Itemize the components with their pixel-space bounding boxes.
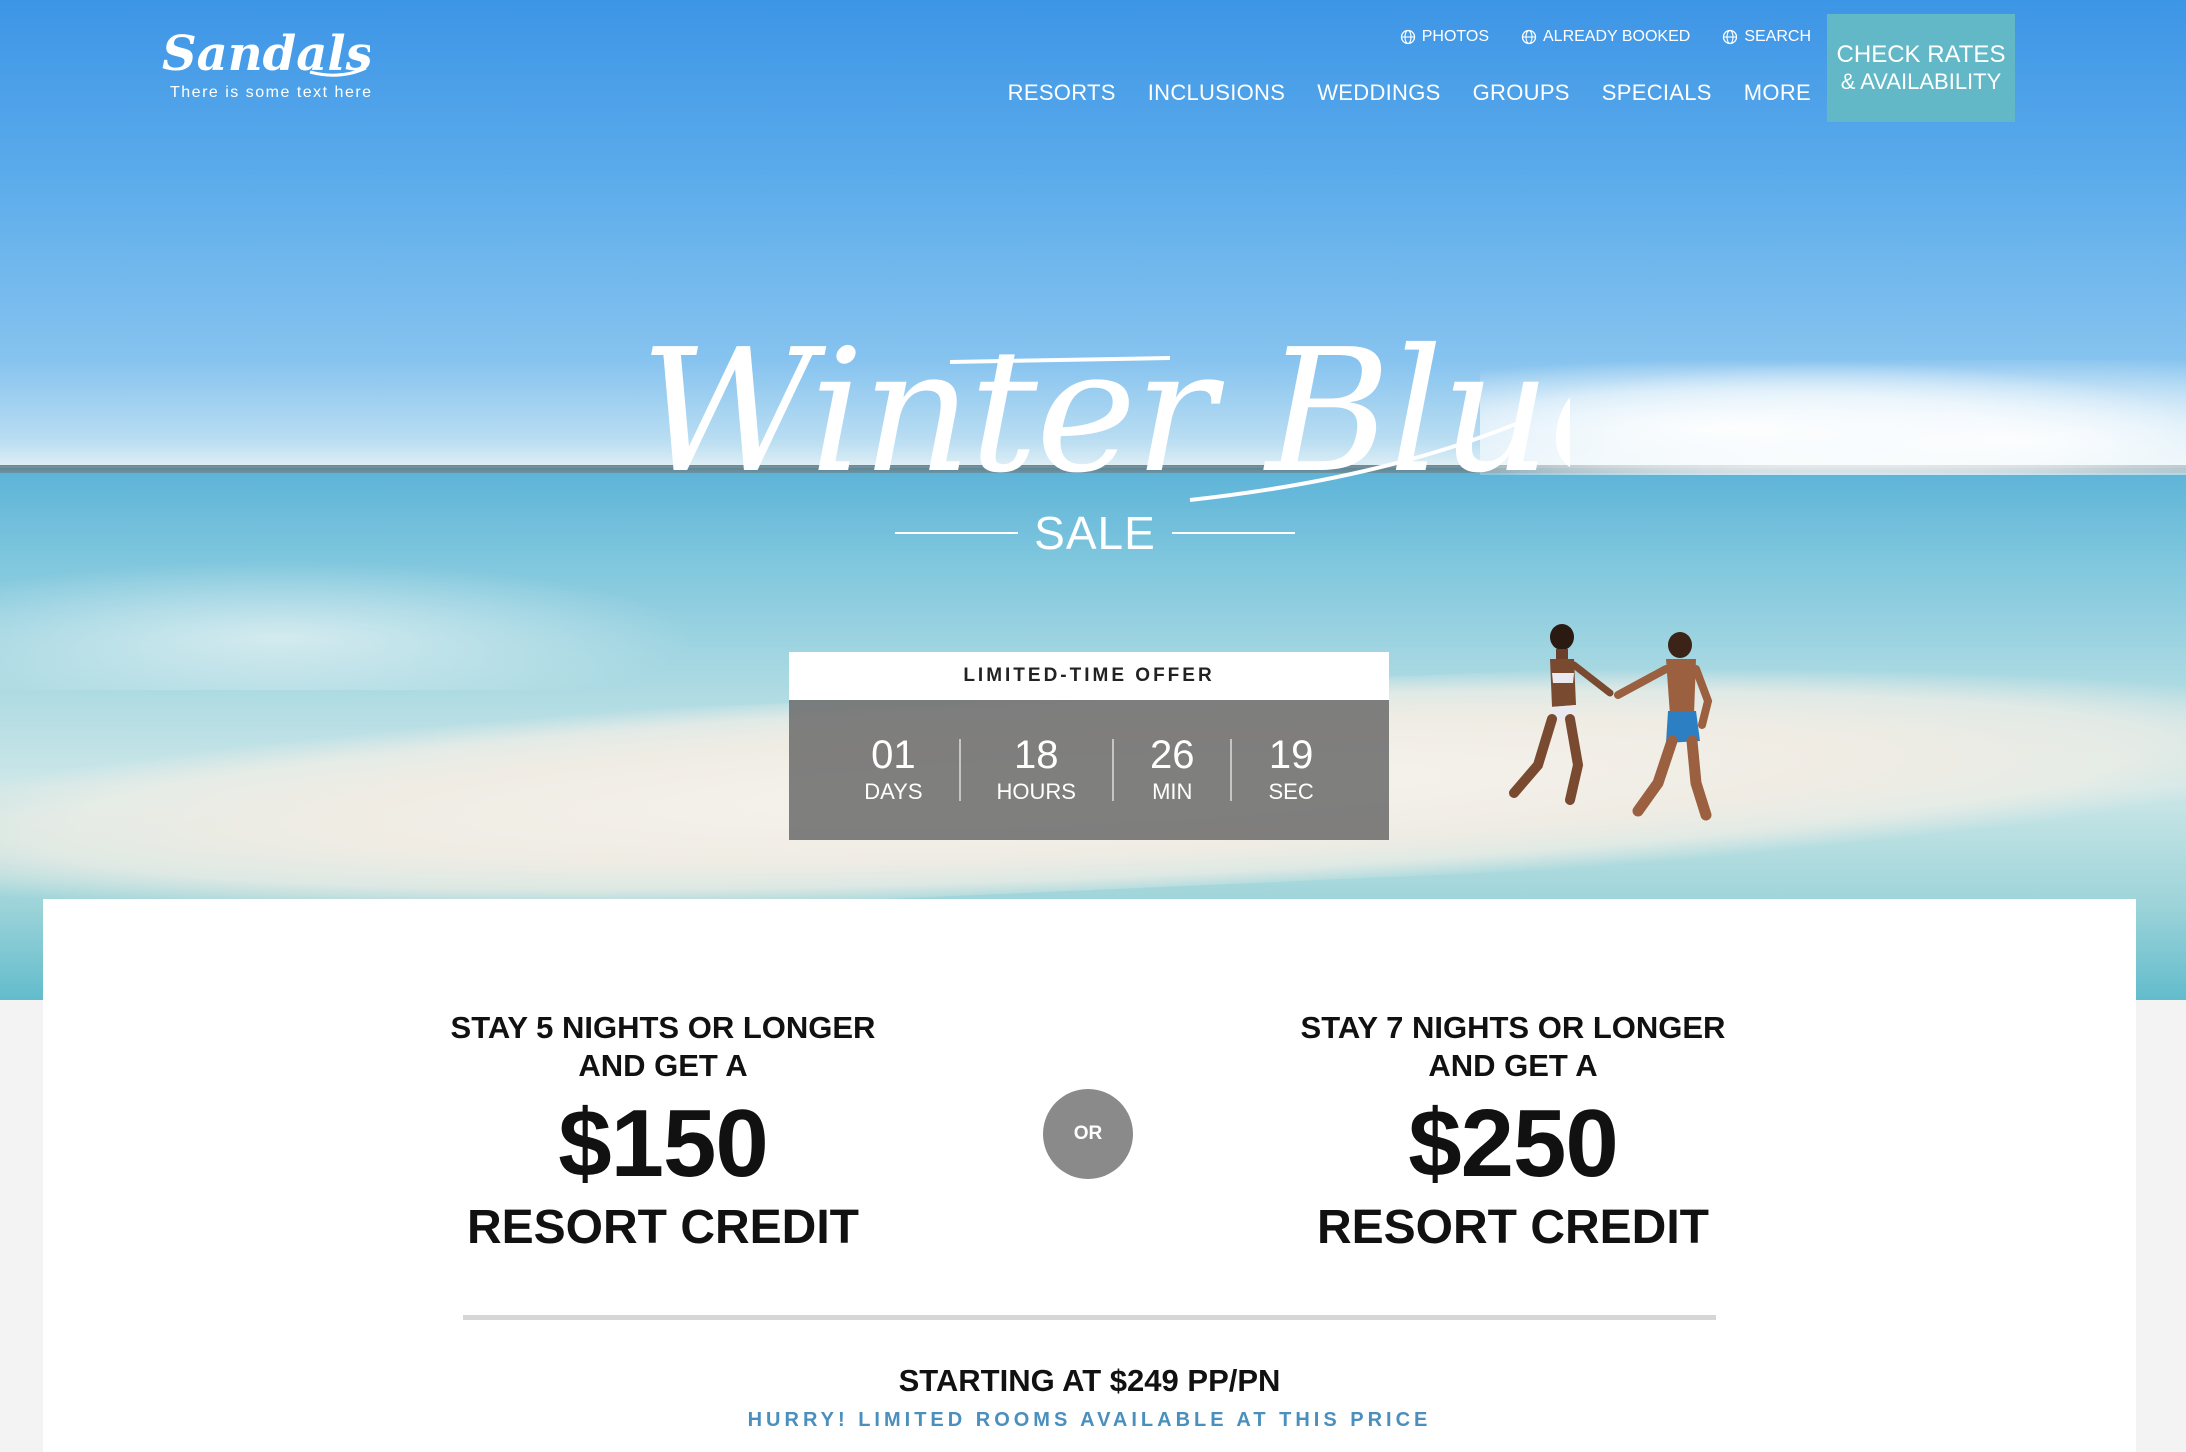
globe-icon [1521,29,1537,45]
clouds [1480,360,2186,475]
sale-text: SALE [1034,507,1156,559]
sale-subtitle: SALE [895,506,1295,560]
countdown-header: LIMITED-TIME OFFER [789,652,1389,700]
offer-left-line1: STAY 5 NIGHTS OR LONGER [450,1010,876,1045]
offer-panel: STAY 5 NIGHTS OR LONGER AND GET A $150 R… [43,899,2136,1452]
min-value: 26 [1149,733,1195,777]
countdown-timer: LIMITED-TIME OFFER 01 DAYS 18 HOURS 26 M… [789,652,1389,840]
offer-right-credit: RESORT CREDIT [1316,1201,1709,1254]
script-title-text: Winter Blues [640,313,1570,511]
shallow-water [0,560,700,690]
offer-left-amount: $150 [558,1090,769,1197]
countdown-sec: 19 SEC [1232,733,1349,807]
sale-rule-right [1171,532,1295,534]
photos-link[interactable]: PHOTOS [1400,28,1489,46]
cta-line1: CHECK RATES [1836,41,2006,68]
nav-groups[interactable]: GROUPS [1473,80,1570,106]
nav-resorts[interactable]: RESORTS [1008,80,1116,106]
min-label: MIN [1152,779,1193,804]
hurry-notice: HURRY! LIMITED ROOMS AVAILABLE AT THIS P… [747,1409,1432,1431]
offer-right-line1: STAY 7 NIGHTS OR LONGER [1300,1010,1726,1045]
utility-nav: PHOTOS ALREADY BOOKED SEARCH [1400,28,1811,46]
offer-left-credit: RESORT CREDIT [466,1201,859,1254]
nav-weddings[interactable]: WEDDINGS [1317,80,1440,106]
hours-value: 18 [1014,733,1059,777]
sec-label: SEC [1268,779,1314,804]
or-badge: OR [1043,1089,1133,1179]
logo-script: Sandals [162,26,370,82]
countdown-days: 01 DAYS [828,733,958,807]
nav-more[interactable]: MORE [1744,80,1811,106]
offer-right-line2: AND GET A [1428,1048,1598,1083]
nav-specials[interactable]: SPECIALS [1602,80,1712,106]
sale-rule-left [895,532,1019,534]
check-rates-button[interactable]: CHECK RATES & AVAILABILITY [1827,14,2015,122]
offer-7-nights: STAY 7 NIGHTS OR LONGER AND GET A $250 R… [1273,1009,1753,1257]
sec-value: 19 [1268,733,1314,777]
already-booked-link[interactable]: ALREADY BOOKED [1521,28,1690,46]
cta-line2: & AVAILABILITY [1840,69,2002,94]
countdown-min: 26 MIN [1114,733,1231,807]
offer-right-amount: $250 [1408,1090,1619,1197]
main-nav: RESORTS INCLUSIONS WEDDINGS GROUPS SPECI… [1008,80,1811,106]
sandals-logo[interactable]: Sandals There is some text here [160,24,373,104]
globe-icon [1723,29,1738,45]
search-label: SEARCH [1744,28,1811,45]
hours-label: HOURS [996,779,1076,804]
days-value: 01 [871,733,916,777]
script-title: Winter Blues [640,313,1570,511]
countdown-body: 01 DAYS 18 HOURS 26 MIN 19 SEC [789,700,1389,840]
photos-label: PHOTOS [1421,28,1489,45]
already-booked-label: ALREADY BOOKED [1543,28,1691,45]
couple-image [1509,624,1713,821]
offer-divider [463,1315,1716,1320]
days-label: DAYS [864,779,923,804]
countdown-hours: 18 HOURS [961,733,1112,807]
nav-inclusions[interactable]: INCLUSIONS [1148,80,1285,106]
logo-tagline: There is some text here [170,84,373,101]
search-link[interactable]: SEARCH [1722,28,1811,46]
globe-icon [1400,29,1415,45]
starting-price: STARTING AT $249 PP/PN [898,1363,1281,1398]
offer-left-line2: AND GET A [578,1048,748,1083]
offer-5-nights: STAY 5 NIGHTS OR LONGER AND GET A $150 R… [423,1009,903,1257]
